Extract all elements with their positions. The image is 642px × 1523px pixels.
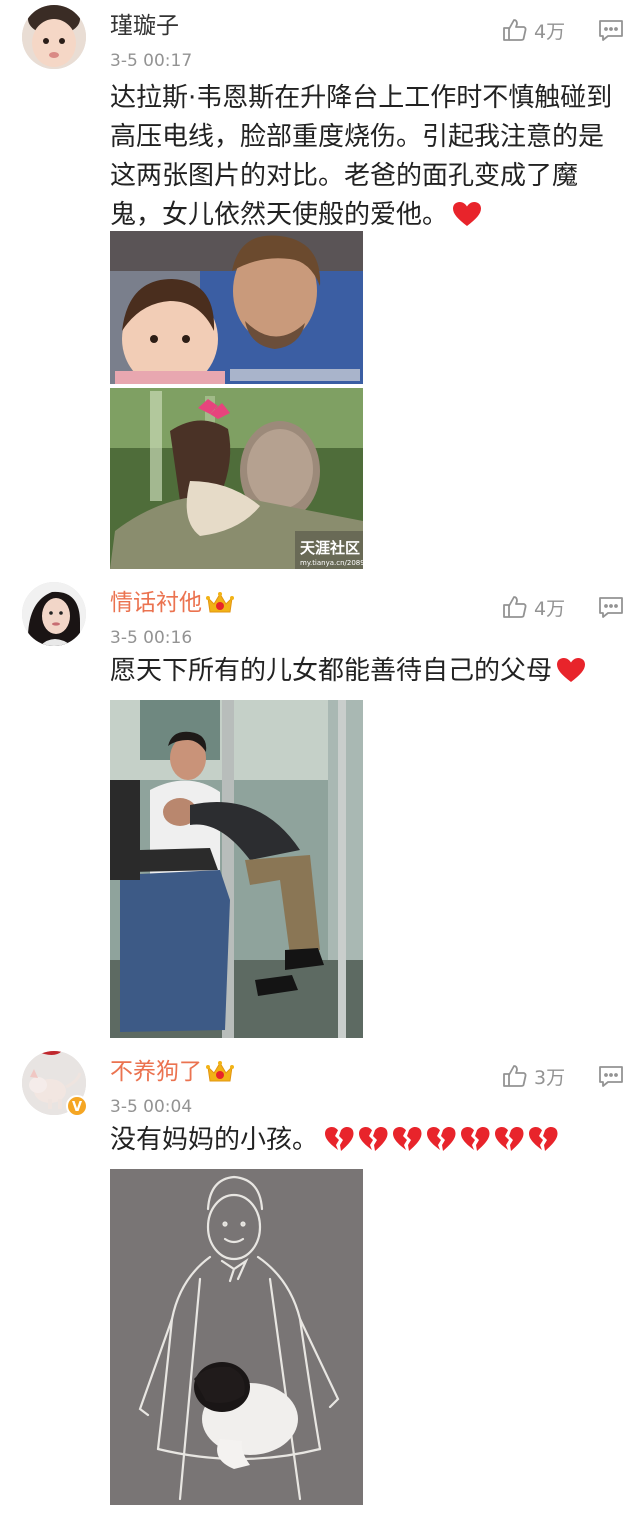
reply-button[interactable] [598, 19, 624, 47]
like-thumb-icon [503, 19, 527, 41]
red-heart-icon [557, 658, 586, 682]
reply-comment-icon [599, 20, 623, 41]
like-thumb-icon [503, 1065, 527, 1087]
timestamp: 3-5 00:16 [110, 628, 193, 648]
broken-heart-icon [393, 1127, 422, 1151]
vip-crown-icon [206, 591, 234, 612]
timestamp: 3-5 00:17 [110, 51, 193, 71]
broken-heart-icon [325, 1127, 354, 1151]
reply-button[interactable] [598, 596, 624, 624]
username[interactable]: 情话衬他 [110, 588, 234, 618]
avatar[interactable] [22, 582, 86, 646]
like-count: 3万 [534, 1066, 566, 1089]
username[interactable]: 瑾璇子 [110, 11, 179, 41]
image-watermark-url: my.tianya.cn/20891000 [300, 559, 363, 567]
avatar[interactable] [22, 5, 86, 69]
comment-photo[interactable] [110, 700, 363, 1038]
image-watermark: 天涯社区 [300, 539, 360, 557]
like-count: 4万 [534, 597, 566, 620]
comment-photo[interactable] [110, 1169, 363, 1505]
comment-text: 愿天下所有的儿女都能善待自己的父母 [110, 652, 615, 691]
like-count: 4万 [534, 20, 566, 43]
like-button[interactable]: 4万 [502, 592, 565, 622]
comment-photo[interactable]: 天涯社区 my.tianya.cn/20891000 [110, 231, 363, 569]
like-thumb-icon [503, 596, 527, 618]
comment-text: 没有妈妈的小孩。 [110, 1121, 615, 1160]
reply-button[interactable] [598, 1065, 624, 1093]
broken-heart-icon [359, 1127, 388, 1151]
reply-comment-icon [599, 597, 623, 618]
like-button[interactable]: 3万 [502, 1061, 565, 1091]
reply-comment-icon [599, 1066, 623, 1087]
verified-badge-icon: V [66, 1095, 88, 1117]
broken-heart-icon [529, 1127, 558, 1151]
broken-heart-icon [427, 1127, 456, 1151]
broken-heart-icon [495, 1127, 524, 1151]
red-heart-icon [453, 202, 482, 226]
broken-heart-emojis [318, 1125, 558, 1155]
username[interactable]: 不养狗了 [110, 1057, 234, 1087]
comment-text: 达拉斯·韦恩斯在升降台上工作时不慎触碰到高压电线，脸部重度烧伤。引起我注意的是这… [110, 83, 613, 230]
vip-crown-icon [206, 1060, 234, 1081]
like-button[interactable]: 4万 [502, 15, 565, 45]
broken-heart-icon [461, 1127, 490, 1151]
timestamp: 3-5 00:04 [110, 1097, 193, 1117]
